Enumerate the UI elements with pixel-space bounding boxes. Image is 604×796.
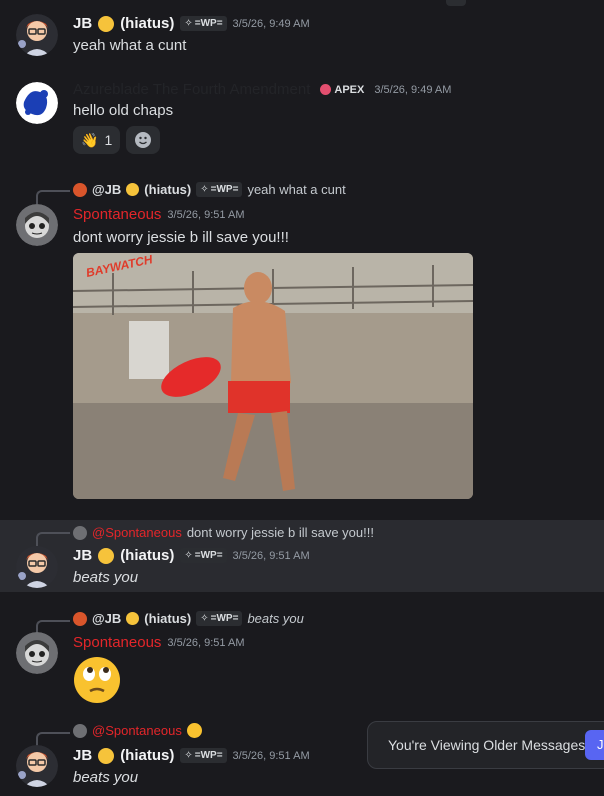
guild-tag[interactable]: APEX <box>316 82 368 97</box>
message-text: beats you <box>73 769 139 786</box>
reply-text[interactable]: beats you <box>247 611 303 626</box>
sparkle-icon: ✧ <box>200 613 209 624</box>
message-jb-1[interactable]: JB (hiatus) ✧ =WP= 3/5/26, 9:49 AM yeah w… <box>0 0 604 66</box>
gif-attachment[interactable]: BAYWATCH <box>73 253 473 499</box>
reply-avatar <box>73 525 87 540</box>
sparkle-icon: ✧ <box>184 18 193 29</box>
brain-emoji-icon <box>98 15 115 32</box>
timestamp: 3/5/26, 9:49 AM <box>374 83 452 96</box>
username[interactable]: Spontaneous <box>73 206 161 223</box>
username[interactable]: Spontaneous <box>73 634 161 651</box>
timestamp: 3/5/26, 9:49 AM <box>232 17 310 30</box>
avatar-jb[interactable] <box>16 745 58 787</box>
banner-text: You're Viewing Older Messages <box>388 737 586 753</box>
guild-tag: ✧ =WP= <box>196 182 243 197</box>
username[interactable]: JB <box>73 547 92 564</box>
jump-to-present-button[interactable]: J <box>585 730 604 760</box>
smiley-icon <box>135 132 152 148</box>
brain-emoji-icon <box>98 747 115 764</box>
guild-tag[interactable]: ✧ =WP= <box>180 548 227 563</box>
message-azureblade[interactable]: Azureblade The Fourth Amendment APEX 3/5… <box>0 76 604 166</box>
reply-avatar <box>73 182 87 197</box>
user-status[interactable]: (hiatus) <box>120 747 174 764</box>
reply-connector <box>36 532 70 546</box>
reaction-wave[interactable]: 👋 1 <box>73 126 121 154</box>
reply-connector <box>36 190 70 204</box>
reply-status: (hiatus) <box>144 611 192 626</box>
username[interactable]: JB <box>73 15 92 32</box>
avatar-jb[interactable] <box>16 546 58 588</box>
message-text: dont worry jessie b ill save you!!! <box>73 229 289 246</box>
skull-icon <box>320 84 332 95</box>
timestamp: 3/5/26, 9:51 AM <box>232 549 310 562</box>
message-text: hello old chaps <box>73 102 174 119</box>
guild-tag[interactable]: ✧ =WP= <box>180 16 227 31</box>
timestamp: 3/5/26, 9:51 AM <box>167 208 245 221</box>
guild-tag: ✧ =WP= <box>196 611 243 626</box>
rolling-eyes-emoji-icon <box>73 656 121 709</box>
reply-avatar <box>73 723 87 738</box>
timestamp: 3/5/26, 9:51 AM <box>167 636 245 649</box>
username[interactable]: Azureblade The Fourth Amendment <box>73 81 310 98</box>
waving-hand-icon: 👋 <box>81 131 99 148</box>
reply-author[interactable]: @JB <box>92 611 121 626</box>
older-messages-banner[interactable]: You're Viewing Older Messages J <box>367 721 604 769</box>
username[interactable]: JB <box>73 747 92 764</box>
guild-tag[interactable]: ✧ =WP= <box>180 748 227 763</box>
reaction-count: 1 <box>104 132 113 148</box>
reply-text[interactable]: dont worry jessie b ill save you!!! <box>187 525 374 540</box>
reply-avatar <box>73 611 87 626</box>
reply-author[interactable]: @JB <box>92 182 121 197</box>
sparkle-icon: ✧ <box>184 750 193 761</box>
sparkle-icon: ✧ <box>184 550 193 561</box>
reply-text[interactable]: yeah what a cunt <box>247 182 345 197</box>
reply-author[interactable]: @Spontaneous <box>92 723 182 738</box>
sparkle-icon: ✧ <box>200 184 209 195</box>
message-text: yeah what a cunt <box>73 37 187 54</box>
reply-connector <box>36 732 70 746</box>
brain-emoji-icon <box>126 612 140 625</box>
avatar-azureblade[interactable] <box>16 82 58 124</box>
rolling-eyes-mini-icon <box>186 723 202 738</box>
message-spontaneous-2[interactable]: @JB (hiatus) ✧ =WP= beats you Spontaneous… <box>0 608 604 708</box>
user-status[interactable]: (hiatus) <box>120 15 174 32</box>
user-status[interactable]: (hiatus) <box>120 547 174 564</box>
reply-author[interactable]: @Spontaneous <box>92 525 182 540</box>
avatar-spontaneous[interactable] <box>16 632 58 674</box>
avatar-jb[interactable] <box>16 14 58 56</box>
message-text: beats you <box>73 569 139 586</box>
brain-emoji-icon <box>98 547 115 564</box>
brain-emoji-icon <box>126 183 140 196</box>
avatar-spontaneous[interactable] <box>16 204 58 246</box>
add-reaction-button[interactable] <box>126 126 161 154</box>
timestamp: 3/5/26, 9:51 AM <box>232 749 310 762</box>
message-jb-2[interactable]: @Spontaneous dont worry jessie b ill sav… <box>0 520 604 592</box>
reply-status: (hiatus) <box>144 182 192 197</box>
